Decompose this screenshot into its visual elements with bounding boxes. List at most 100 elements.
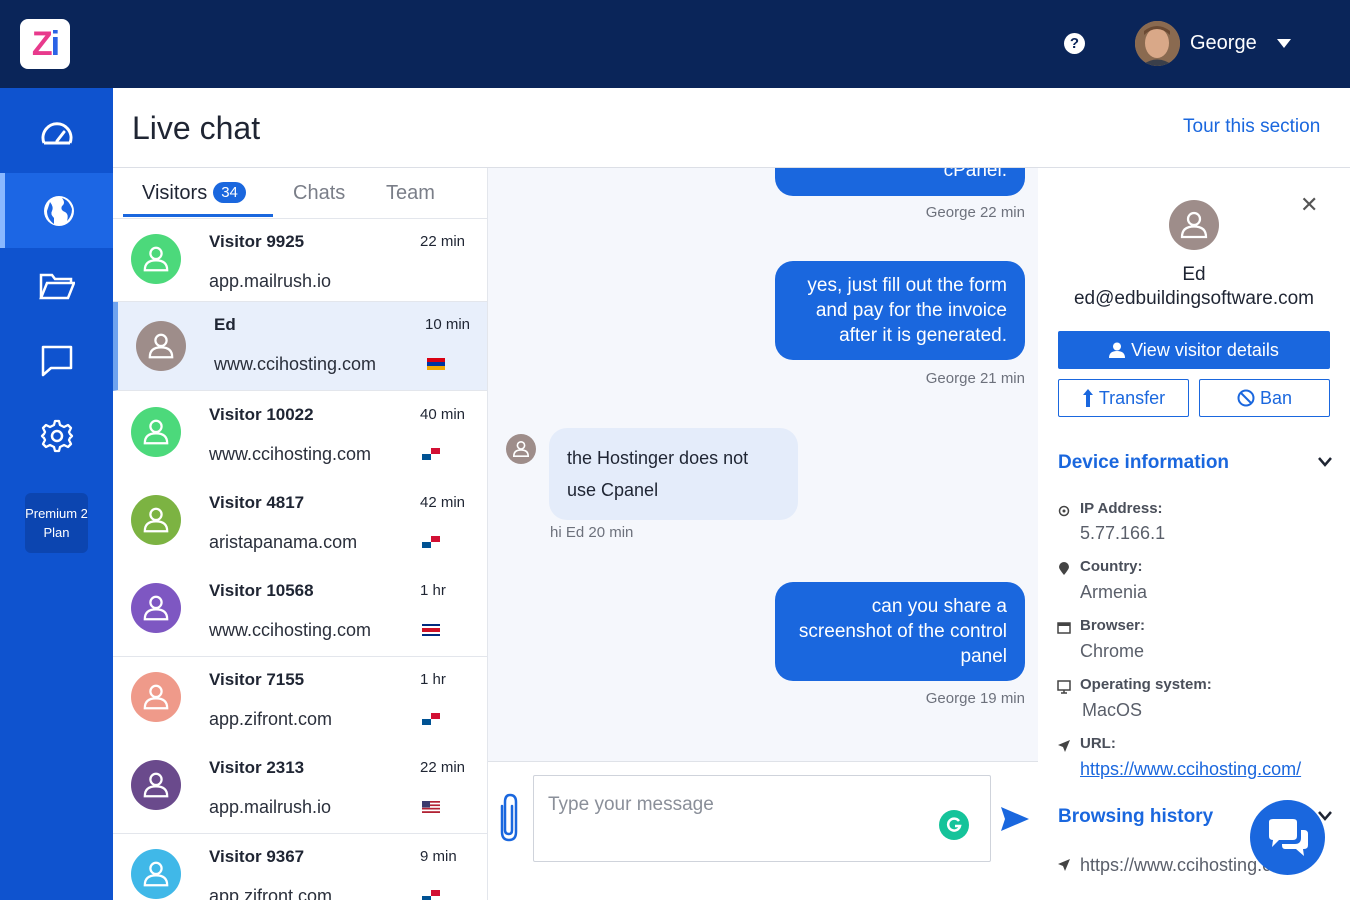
ip-address-label: IP Address: — [1080, 500, 1163, 517]
visitor-avatar — [131, 760, 181, 810]
operating-system-label: Operating system: — [1080, 676, 1212, 693]
country-label: Country: — [1080, 558, 1143, 575]
visitor-name: Visitor 10022 — [209, 405, 314, 424]
visitor-list-item[interactable]: Visitor 7155 1 hr app.zifront.com — [113, 657, 487, 746]
browser-window-icon — [1057, 622, 1071, 634]
country-value: Armenia — [1080, 582, 1148, 602]
visitor-list-item[interactable]: Visitor 2313 22 min app.mailrush.io — [113, 745, 487, 834]
view-visitor-details-button[interactable]: View visitor details — [1058, 331, 1330, 369]
sidebar-item-visitors[interactable] — [0, 173, 113, 248]
user-menu-caret-icon[interactable] — [1277, 39, 1291, 48]
sidebar-item-settings[interactable] — [0, 398, 113, 473]
sidebar-item-chats[interactable] — [0, 323, 113, 398]
person-icon — [143, 419, 169, 445]
user-avatar[interactable] — [1135, 21, 1180, 66]
visitor-avatar — [131, 407, 181, 457]
sidebar-item-files[interactable] — [0, 248, 113, 323]
chat-bubble-icon — [41, 345, 72, 376]
visitor-site: app.zifront.com — [209, 709, 333, 729]
visitor-site: www.ccihosting.com — [214, 354, 377, 374]
plan-badge[interactable]: Premium 2 Plan — [25, 493, 88, 553]
person-icon — [512, 440, 530, 458]
flag-armenia-icon — [427, 358, 445, 370]
visitors-count-badge: 34 — [213, 182, 246, 203]
transfer-button[interactable]: Transfer — [1058, 379, 1189, 417]
person-icon — [1180, 211, 1208, 239]
message-input[interactable]: Type your message — [533, 775, 991, 862]
visitor-site: www.ccihosting.com — [209, 444, 372, 464]
visitor-avatar — [131, 583, 181, 633]
url-link[interactable]: https://www.ccihosting.com/ — [1080, 759, 1301, 780]
chat-conversation[interactable]: cPanel. George 22 min yes, just fill out… — [488, 168, 1038, 761]
visitor-name: Visitor 10568 — [209, 581, 314, 600]
folder-icon — [38, 273, 75, 299]
visitor-name: Ed — [214, 315, 236, 334]
message-meta: George 21 min — [925, 370, 1025, 387]
visitor-avatar — [506, 434, 536, 464]
chat-widget-button[interactable] — [1250, 800, 1325, 875]
message-bubble-outgoing: can you share a screenshot of the contro… — [775, 582, 1025, 681]
user-name[interactable]: George — [1190, 32, 1257, 55]
visitor-avatar — [131, 672, 181, 722]
visitor-site: www.ccihosting.com — [209, 620, 372, 640]
visitor-list-item[interactable]: Visitor 9925 22 min app.mailrush.io — [113, 219, 487, 302]
ban-button[interactable]: Ban — [1199, 379, 1330, 417]
page-title: Live chat — [132, 110, 261, 146]
grammarly-icon[interactable] — [939, 810, 969, 840]
message-meta: George 22 min — [925, 204, 1025, 221]
visitor-list-item[interactable]: Visitor 9367 9 min app.zifront.com — [113, 834, 487, 900]
grammarly-g-icon — [946, 817, 962, 832]
person-icon — [143, 861, 169, 887]
device-information-heading[interactable]: Device information — [1058, 452, 1229, 474]
visitor-time: 1 hr — [420, 582, 446, 599]
browser-value: Chrome — [1080, 641, 1145, 661]
browser-label: Browser: — [1080, 617, 1146, 634]
close-icon[interactable]: ✕ — [1300, 192, 1318, 218]
visitor-site: app.zifront.com — [209, 886, 333, 900]
visitor-list-item[interactable]: Visitor 10022 40 min www.ccihosting.com — [113, 392, 487, 481]
flag-panama-icon — [422, 536, 440, 548]
visitor-time: 22 min — [420, 759, 466, 776]
desktop-icon — [1057, 680, 1071, 694]
visitor-list-item[interactable]: Visitor 10568 1 hr www.ccihosting.com — [113, 568, 487, 657]
app-logo[interactable]: Zi — [20, 19, 70, 69]
visitor-site: aristapanama.com — [209, 532, 358, 552]
visitor-list-item[interactable]: Visitor 4817 42 min aristapanama.com — [113, 480, 487, 569]
top-bar: Zi ? George — [0, 0, 1350, 88]
location-target-icon — [1058, 505, 1070, 517]
visitor-details-panel: ✕ Ed ed@edbuildingsoftware.com View visi… — [1038, 168, 1350, 900]
visitor-time: 22 min — [420, 233, 466, 250]
visitor-time: 42 min — [420, 494, 466, 511]
sidebar-item-dashboard[interactable] — [0, 98, 113, 173]
flag-usa-icon — [422, 801, 440, 813]
visitor-list-panel: Visitors 34 Chats Team Visitor 9925 22 min… — [113, 168, 488, 900]
visitor-avatar — [131, 849, 181, 899]
active-tab-indicator — [123, 214, 273, 217]
tab-visitors[interactable]: Visitors 34 — [142, 182, 246, 205]
visitor-time: 9 min — [420, 848, 457, 865]
chevron-down-icon[interactable] — [1318, 457, 1332, 467]
person-icon — [148, 333, 174, 359]
paperclip-icon[interactable] — [494, 792, 524, 844]
visitor-list-item[interactable]: Ed 10 min www.ccihosting.com — [113, 302, 487, 391]
visitor-name: Visitor 9367 — [209, 847, 305, 866]
navigation-arrow-icon — [1058, 740, 1070, 752]
visitor-name: Visitor 4817 — [209, 493, 305, 512]
visitor-time: 40 min — [420, 406, 466, 423]
tab-team[interactable]: Team — [386, 182, 435, 205]
transfer-arrow-icon — [1082, 389, 1093, 407]
tab-chats[interactable]: Chats — [293, 182, 345, 205]
visitor-time: 10 min — [425, 316, 471, 333]
flag-panama-icon — [422, 448, 440, 460]
message-composer: Type your message — [488, 761, 1038, 900]
tour-section-link[interactable]: Tour this section — [1183, 116, 1320, 138]
operating-system-value: MacOS — [1082, 700, 1143, 720]
visitor-time: 1 hr — [420, 671, 446, 688]
help-icon[interactable]: ? — [1064, 33, 1085, 54]
message-bubble-incoming: the Hostinger does not use Cpanel — [549, 428, 798, 520]
visitor-name: Visitor 2313 — [209, 758, 305, 777]
browsing-history-heading[interactable]: Browsing history — [1058, 806, 1213, 828]
person-icon — [143, 246, 169, 272]
flag-panama-icon — [422, 713, 440, 725]
send-icon[interactable] — [1000, 806, 1030, 832]
